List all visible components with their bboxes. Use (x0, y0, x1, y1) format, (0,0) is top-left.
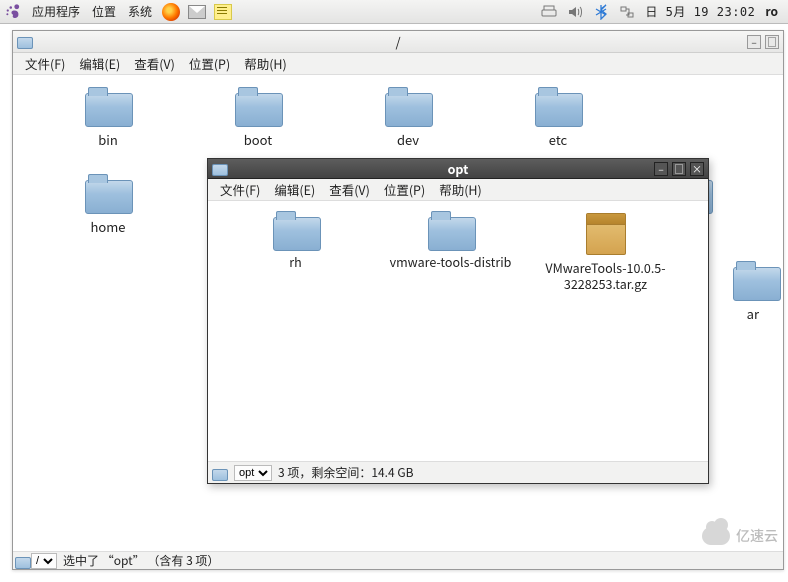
opt-window-title: opt (448, 159, 469, 178)
panel-menu-places[interactable]: 位置 (86, 3, 122, 20)
close-button[interactable]: × (690, 162, 704, 176)
file-item[interactable]: VMwareTools-10.0.5-3228253.tar.gz (528, 213, 683, 292)
file-item[interactable]: rh (218, 213, 373, 292)
maximize-button[interactable]: □ (672, 162, 686, 176)
clock[interactable]: 日 5月 19 23:02 (645, 3, 755, 20)
cloud-icon (702, 527, 730, 545)
root-titlebar[interactable]: / – □ (13, 31, 783, 53)
file-item-boot[interactable]: boot (183, 89, 333, 150)
file-label: bin (94, 129, 122, 150)
menu-help[interactable]: 帮助(H) (433, 178, 488, 201)
path-selector[interactable]: / (31, 553, 57, 569)
file-label: vmware-tools-distrib (386, 253, 516, 271)
folder-icon (235, 89, 281, 125)
minimize-button[interactable]: – (747, 35, 761, 49)
root-window-title: / (395, 32, 400, 51)
menu-places[interactable]: 位置(P) (183, 52, 236, 75)
opt-titlebar[interactable]: opt – □ × (208, 159, 708, 179)
file-label: home (86, 216, 129, 237)
watermark: 亿速云 (702, 526, 778, 546)
folder-icon (15, 555, 29, 567)
folder-icon (85, 89, 131, 125)
file-label: boot (240, 129, 276, 150)
disk-icon[interactable] (541, 4, 557, 20)
top-panel: 应用程序 位置 系统 日 5月 19 23:02 ro (0, 0, 788, 24)
folder-icon (212, 467, 226, 479)
folder-icon (212, 162, 228, 176)
gnome-foot-icon (4, 3, 22, 21)
system-tray: 日 5月 19 23:02 ro (541, 3, 784, 20)
menu-file[interactable]: 文件(F) (19, 52, 71, 75)
menu-file[interactable]: 文件(F) (214, 178, 266, 201)
path-selector[interactable]: opt (234, 465, 272, 481)
file-item-home[interactable]: home (33, 176, 183, 237)
file-item[interactable]: vmware-tools-distrib (373, 213, 528, 292)
opt-file-manager-window: opt – □ × 文件(F) 编辑(E) 查看(V) 位置(P) 帮助(H) … (207, 158, 709, 484)
folder-icon (385, 89, 431, 125)
opt-menubar: 文件(F) 编辑(E) 查看(V) 位置(P) 帮助(H) (208, 179, 708, 201)
network-icon[interactable] (619, 4, 635, 20)
folder-icon (428, 213, 474, 249)
file-item-ar[interactable]: ar (703, 263, 763, 324)
user-indicator[interactable]: ro (765, 3, 778, 20)
file-item-dev[interactable]: dev (333, 89, 483, 150)
minimize-button[interactable]: – (654, 162, 668, 176)
notes-icon[interactable] (214, 4, 232, 20)
mail-icon[interactable] (188, 5, 206, 19)
archive-icon (586, 213, 626, 255)
file-label: VMwareTools-10.0.5-3228253.tar.gz (528, 259, 683, 292)
panel-menu-system[interactable]: 系统 (122, 3, 158, 20)
file-label: dev (393, 129, 423, 150)
opt-icon-view[interactable]: rh vmware-tools-distrib VMwareTools-10.0.5… (208, 201, 708, 461)
status-text: 选中了 “opt” （含有 3 项） (63, 552, 219, 569)
bluetooth-icon[interactable] (593, 4, 609, 20)
menu-edit[interactable]: 编辑(E) (268, 178, 321, 201)
status-text: 3 项，剩余空间：14.4 GB (278, 464, 414, 481)
firefox-icon[interactable] (162, 3, 180, 21)
folder-icon (85, 176, 131, 212)
folder-icon (733, 263, 763, 299)
menu-edit[interactable]: 编辑(E) (73, 52, 126, 75)
file-label: ar (743, 303, 763, 324)
panel-menu-apps[interactable]: 应用程序 (26, 3, 86, 20)
maximize-button[interactable]: □ (765, 35, 779, 49)
menu-view[interactable]: 查看(V) (323, 178, 376, 201)
opt-statusbar: opt 3 项，剩余空间：14.4 GB (208, 461, 708, 483)
file-label: etc (545, 129, 571, 150)
menu-places[interactable]: 位置(P) (378, 178, 431, 201)
volume-icon[interactable] (567, 4, 583, 20)
file-item-etc[interactable]: etc (483, 89, 633, 150)
menu-help[interactable]: 帮助(H) (238, 52, 293, 75)
folder-icon (535, 89, 581, 125)
folder-icon (273, 213, 319, 249)
file-item-bin[interactable]: bin (33, 89, 183, 150)
root-menubar: 文件(F) 编辑(E) 查看(V) 位置(P) 帮助(H) (13, 53, 783, 75)
menu-view[interactable]: 查看(V) (128, 52, 181, 75)
file-label: rh (285, 253, 305, 271)
root-statusbar: / 选中了 “opt” （含有 3 项） (13, 551, 783, 569)
folder-icon (17, 35, 33, 49)
